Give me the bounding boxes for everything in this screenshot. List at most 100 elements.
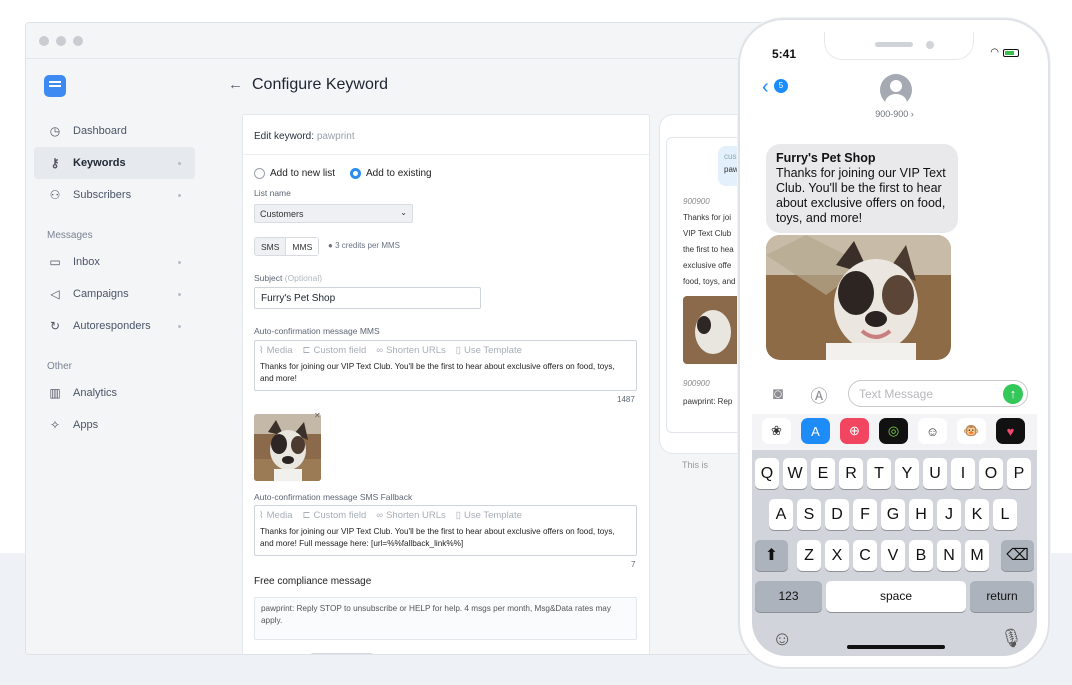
message-type-toggle[interactable]: SMS MMS: [254, 237, 320, 256]
sidebar-item-apps[interactable]: ✧ Apps: [34, 409, 195, 441]
custom-field-button[interactable]: ⊏ Custom field: [303, 510, 367, 521]
sidebar-item-campaigns[interactable]: ◁ Campaigns: [34, 278, 195, 310]
search-images-icon[interactable]: ⊕: [840, 418, 869, 444]
key[interactable]: G: [881, 499, 905, 530]
key[interactable]: A: [769, 499, 793, 530]
save-button[interactable]: [310, 653, 374, 654]
tag-icon: ⊏: [302, 345, 311, 356]
key[interactable]: F: [853, 499, 877, 530]
radio-circle-selected[interactable]: [350, 168, 361, 179]
sidebar-item-keywords[interactable]: ⚷ Keywords: [34, 147, 195, 179]
key[interactable]: R: [839, 458, 863, 489]
expand-dot: [178, 324, 181, 328]
app-logo[interactable]: [44, 75, 66, 97]
sidebar-item-inbox[interactable]: ▭ Inbox: [34, 246, 195, 278]
numbers-key[interactable]: 123: [755, 581, 822, 612]
media-button[interactable]: ⌇ Media: [259, 345, 293, 356]
sidebar-item-label: Analytics: [73, 387, 118, 399]
home-indicator: [847, 645, 945, 649]
use-template-button[interactable]: ▯ Use Template: [456, 345, 522, 356]
compliance-message[interactable]: pawprint: Reply STOP to unsubscribe or H…: [254, 597, 637, 640]
paperclip-icon: ⌇: [259, 345, 264, 356]
key[interactable]: U: [923, 458, 947, 489]
mms-dog-image[interactable]: [766, 235, 951, 360]
sidebar-item-subscribers[interactable]: ⚇ Subscribers: [34, 179, 195, 211]
key[interactable]: P: [1007, 458, 1031, 489]
analytics-icon: ▥: [49, 386, 61, 400]
backspace-key[interactable]: ⌫: [1001, 540, 1034, 571]
avatar[interactable]: [880, 74, 912, 106]
app-store-icon[interactable]: Ⓐ: [807, 382, 831, 406]
front-camera: [926, 41, 934, 49]
sidebar-item-autoresponders[interactable]: ↻ Autoresponders: [34, 310, 195, 342]
memoji-icon[interactable]: ☺: [918, 418, 947, 444]
mms-message-box[interactable]: ⌇ Media ⊏ Custom field ∞ Shorten URLs ▯ Use …: [254, 340, 637, 391]
key[interactable]: S: [797, 499, 821, 530]
photos-app-icon[interactable]: ❀: [762, 418, 791, 444]
subject-input[interactable]: Furry's Pet Shop: [254, 287, 481, 309]
message-input[interactable]: Text Message ↑: [848, 380, 1028, 407]
seg-sms[interactable]: SMS: [255, 238, 285, 255]
key[interactable]: H: [909, 499, 933, 530]
key[interactable]: J: [937, 499, 961, 530]
key[interactable]: Q: [755, 458, 779, 489]
app-store-app-icon[interactable]: A: [801, 418, 830, 444]
preview-bubble-text: paw: [724, 165, 739, 174]
return-key[interactable]: return: [970, 581, 1034, 612]
space-key[interactable]: space: [826, 581, 966, 612]
key[interactable]: V: [881, 540, 905, 571]
key[interactable]: B: [909, 540, 933, 571]
key[interactable]: N: [937, 540, 961, 571]
key[interactable]: M: [965, 540, 989, 571]
key[interactable]: D: [825, 499, 849, 530]
radio-add-new-list[interactable]: Add to new list: [254, 168, 335, 179]
key[interactable]: O: [979, 458, 1003, 489]
remove-image-icon[interactable]: ✕: [314, 411, 321, 420]
key[interactable]: K: [965, 499, 989, 530]
sms-message-box[interactable]: ⌇ Media ⊏ Custom field ∞ Shorten URLs ▯ Use …: [254, 505, 637, 556]
back-chevron-icon[interactable]: ‹: [762, 76, 769, 99]
animoji-icon[interactable]: 🐵: [957, 418, 986, 444]
digital-touch-icon[interactable]: ♥: [996, 418, 1025, 444]
activity-icon[interactable]: ◎: [879, 418, 908, 444]
emoji-icon[interactable]: ☺: [772, 628, 792, 651]
speaker: [875, 42, 913, 47]
send-button[interactable]: ↑: [1003, 384, 1023, 404]
shorten-urls-button[interactable]: ∞ Shorten URLs: [376, 345, 445, 356]
key[interactable]: L: [993, 499, 1017, 530]
imessage-apps-row: ❀ A ⊕ ◎ ☺ 🐵 ♥: [752, 414, 1037, 450]
key[interactable]: E: [811, 458, 835, 489]
media-button[interactable]: ⌇ Media: [259, 510, 293, 521]
battery-icon: [1003, 48, 1019, 57]
sidebar-item-dashboard[interactable]: ◷ Dashboard: [34, 115, 195, 147]
attached-dog-image[interactable]: [254, 414, 321, 481]
key[interactable]: I: [951, 458, 975, 489]
shift-key[interactable]: ⬆: [755, 540, 788, 571]
sidebar-item-analytics[interactable]: ▥ Analytics: [34, 377, 195, 409]
key[interactable]: Z: [797, 540, 821, 571]
seg-mms[interactable]: MMS: [285, 238, 319, 255]
window-dot[interactable]: [56, 36, 66, 46]
key[interactable]: C: [853, 540, 877, 571]
info-icon: ●: [328, 241, 333, 250]
list-name-select[interactable]: Customers ⌄: [254, 204, 413, 223]
window-dot[interactable]: [73, 36, 83, 46]
key[interactable]: W: [783, 458, 807, 489]
key[interactable]: Y: [895, 458, 919, 489]
window-dot[interactable]: [39, 36, 49, 46]
radio-add-existing[interactable]: Add to existing: [350, 168, 432, 179]
key[interactable]: T: [867, 458, 891, 489]
use-template-button[interactable]: ▯ Use Template: [456, 510, 522, 521]
back-arrow-icon[interactable]: ←: [228, 76, 243, 93]
microphone-icon[interactable]: 🎙: [1000, 628, 1023, 649]
shorten-urls-button[interactable]: ∞ Shorten URLs: [376, 510, 445, 521]
camera-icon[interactable]: ◙: [766, 382, 790, 406]
key-icon: ⚷: [50, 156, 60, 170]
key[interactable]: X: [825, 540, 849, 571]
custom-field-button[interactable]: ⊏ Custom field: [303, 345, 367, 356]
preview-sender: 900900: [683, 379, 710, 388]
mms-label: Auto-confirmation message MMS: [254, 326, 380, 336]
radio-circle[interactable]: [254, 168, 265, 179]
custom-field-label: Custom field: [313, 345, 367, 356]
contact-name[interactable]: 900-900 ›: [752, 109, 1037, 119]
